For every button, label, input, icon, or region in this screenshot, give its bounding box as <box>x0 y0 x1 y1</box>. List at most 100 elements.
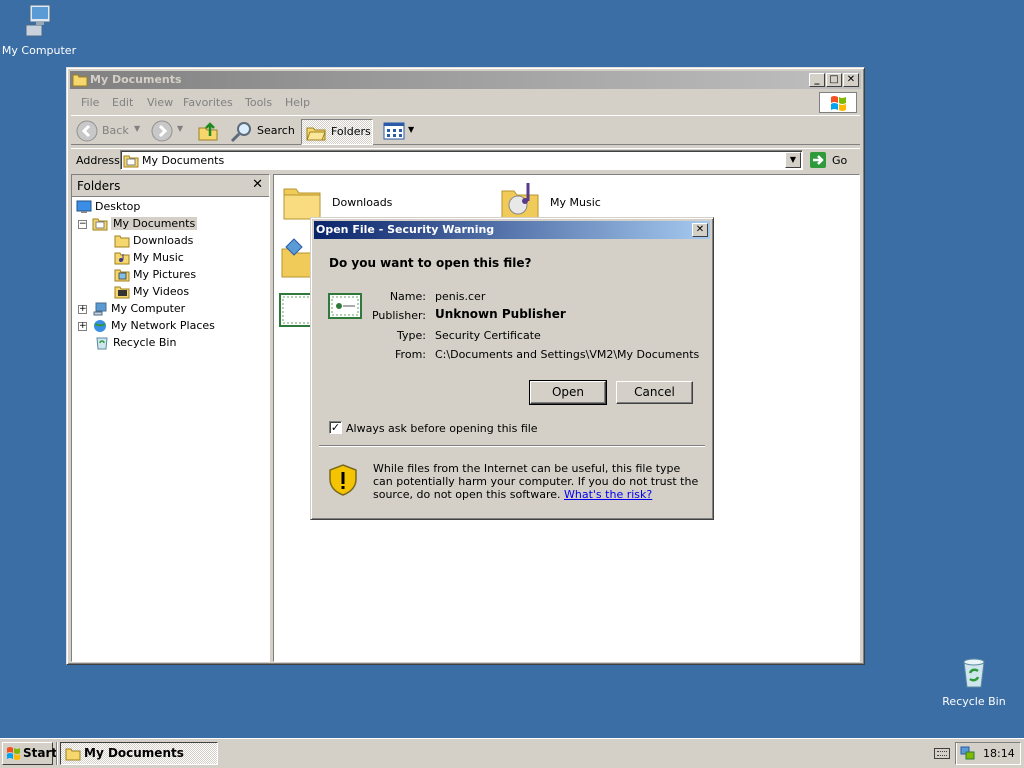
desktop-icon-label: My Computer <box>1 44 77 57</box>
dialog-question: Do you want to open this file? <box>329 256 532 270</box>
address-label: Address <box>76 154 120 167</box>
tree-item-my-pictures[interactable]: My Pictures <box>114 267 196 283</box>
folder-icon <box>283 188 321 220</box>
folder-icon <box>72 74 88 87</box>
desktop-icon-label: Recycle Bin <box>942 695 1006 708</box>
menu-edit[interactable]: Edit <box>112 96 133 109</box>
my-videos-icon <box>114 286 130 299</box>
name-field-value: penis.cer <box>435 290 486 303</box>
cancel-button[interactable]: Cancel <box>616 381 693 404</box>
shield-warning-icon <box>329 464 357 496</box>
minimize-button[interactable]: _ <box>809 73 825 87</box>
close-pane-icon[interactable]: ✕ <box>252 177 263 192</box>
menu-favorites[interactable]: Favorites <box>183 96 233 109</box>
file-item-label: My Music <box>550 196 601 209</box>
chevron-down-icon[interactable]: ▼ <box>408 125 414 134</box>
recycle-bin-icon <box>963 658 985 688</box>
maximize-button[interactable]: □ <box>826 73 842 87</box>
address-value: My Documents <box>142 154 225 167</box>
tree-item-my-documents[interactable]: − My Documents <box>78 216 198 232</box>
my-computer-icon <box>25 4 51 37</box>
whats-the-risk-link[interactable]: What's the risk? <box>564 488 652 501</box>
taskbar: Start My Documents 18:14 <box>0 738 1024 768</box>
close-button[interactable]: ✕ <box>843 73 859 87</box>
tree-item-desktop[interactable]: Desktop <box>76 199 140 215</box>
folders-label: Folders <box>331 125 371 138</box>
always-ask-label[interactable]: Always ask before opening this file <box>346 422 538 435</box>
dialog-titlebar[interactable]: Open File - Security Warning ✕ <box>314 221 710 239</box>
my-music-icon <box>114 252 130 265</box>
address-input[interactable]: My Documents ▼ <box>120 150 803 170</box>
keyboard-icon[interactable] <box>934 748 950 759</box>
search-button[interactable]: Search <box>230 120 298 144</box>
tree-item-label: Recycle Bin <box>113 336 177 349</box>
desktop-icon-recycle-bin[interactable]: Recycle Bin <box>929 656 1019 708</box>
explorer-titlebar[interactable]: My Documents _ □ ✕ <box>70 71 861 89</box>
back-arrow-icon <box>76 120 98 142</box>
forward-arrow-icon <box>151 120 173 142</box>
tree-item-recycle-bin[interactable]: Recycle Bin <box>94 335 176 351</box>
folders-button[interactable]: Folders <box>301 119 373 145</box>
security-warning-dialog: Open File - Security Warning ✕ Do you wa… <box>310 217 714 520</box>
desktop-icon-my-computer[interactable]: My Computer <box>0 3 84 57</box>
from-field-label: From: <box>395 348 426 361</box>
publisher-field-label: Publisher: <box>371 309 426 322</box>
tree-item-my-music[interactable]: My Music <box>114 250 184 266</box>
chevron-down-icon[interactable]: ▼ <box>177 124 183 133</box>
network-tray-icon[interactable] <box>959 745 975 761</box>
window-title: My Documents <box>90 73 182 86</box>
expand-icon[interactable]: + <box>78 321 87 331</box>
go-button[interactable]: Go <box>809 150 855 170</box>
tree-item-downloads[interactable]: Downloads <box>114 233 193 249</box>
from-field-value: C:\Documents and Settings\VM2\My Documen… <box>435 348 700 361</box>
desktop-icon <box>76 200 92 213</box>
my-documents-icon <box>123 155 139 168</box>
menu-file[interactable]: File <box>81 96 99 109</box>
address-dropdown-button[interactable]: ▼ <box>785 152 801 168</box>
address-bar: Address My Documents ▼ Go <box>71 148 860 172</box>
folder-up-icon <box>198 122 218 141</box>
task-label: My Documents <box>84 746 184 760</box>
chevron-down-icon[interactable]: ▼ <box>134 124 140 133</box>
menu-tools[interactable]: Tools <box>245 96 272 109</box>
warning-text-block: While files from the Internet can be use… <box>373 462 703 501</box>
back-label: Back <box>102 124 129 137</box>
recycle-bin-icon <box>96 337 108 350</box>
tree-item-label: My Computer <box>111 302 186 315</box>
my-pictures-icon <box>114 269 130 282</box>
tree-item-label: Downloads <box>133 234 194 247</box>
back-button[interactable]: Back ▼ <box>76 120 140 144</box>
always-ask-checkbox[interactable]: ✓ <box>329 421 342 434</box>
views-button[interactable]: ▼ <box>381 120 417 144</box>
tree-item-my-network-places[interactable]: + My Network Places <box>78 318 215 334</box>
search-icon <box>230 122 251 143</box>
open-button[interactable]: Open <box>529 380 607 405</box>
go-arrow-icon <box>810 152 826 168</box>
windows-logo <box>819 92 857 113</box>
menu-view[interactable]: View <box>147 96 173 109</box>
tree-item-label: My Network Places <box>111 319 215 332</box>
collapse-icon[interactable]: − <box>78 219 87 229</box>
type-field-label: Type: <box>397 329 426 342</box>
tree-item-label: My Videos <box>133 285 190 298</box>
tree-item-my-computer[interactable]: + My Computer <box>78 301 185 317</box>
menu-help[interactable]: Help <box>285 96 310 109</box>
tree-item-my-videos[interactable]: My Videos <box>114 284 189 300</box>
file-item-my-music[interactable]: My Music <box>500 177 640 221</box>
folders-pane: Folders ✕ Desktop − My Documents Download… <box>71 174 270 662</box>
views-icon <box>383 122 405 140</box>
taskbar-task-my-documents[interactable]: My Documents <box>60 742 218 765</box>
up-button[interactable] <box>197 120 221 144</box>
folder-icon <box>114 235 130 248</box>
folders-icon <box>306 127 326 141</box>
forward-button[interactable]: ▼ <box>151 120 183 144</box>
dialog-separator <box>319 445 705 447</box>
publisher-field-value: Unknown Publisher <box>435 307 566 321</box>
tree-item-label: My Documents <box>111 217 198 230</box>
dialog-close-button[interactable]: ✕ <box>692 223 708 237</box>
expand-icon[interactable]: + <box>78 304 87 314</box>
file-item-label: Downloads <box>332 196 393 209</box>
start-button[interactable]: Start <box>2 742 57 765</box>
go-label: Go <box>832 154 848 167</box>
tree-item-label: Desktop <box>95 200 141 213</box>
